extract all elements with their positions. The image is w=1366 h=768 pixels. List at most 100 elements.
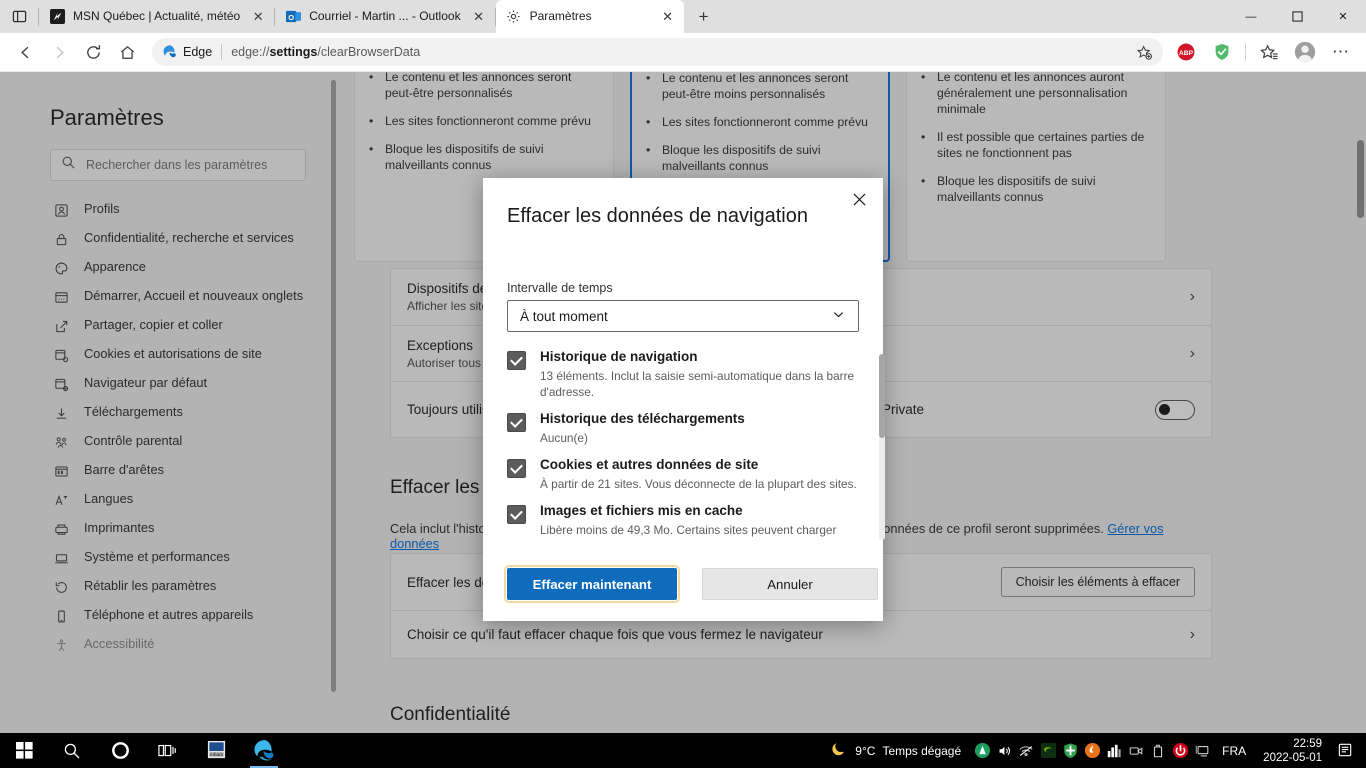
inprivate-strict-toggle[interactable] [1155,399,1195,420]
window-maximize-button[interactable] [1274,0,1320,33]
search-input[interactable]: Rechercher dans les paramètres [50,149,306,181]
sidebar-item-profils[interactable]: Profils [50,195,318,224]
tab-actions-icon[interactable] [0,0,38,33]
edge-badge: Edge [162,44,212,60]
cortana-icon[interactable] [96,733,144,768]
checkbox-item-cookies[interactable]: Cookies et autres données de site À part… [507,456,859,492]
chevron-right-icon[interactable]: › [1190,626,1195,644]
address-bar[interactable]: Edge edge://settings/clearBrowserData [152,38,1163,66]
browser-tab-msn[interactable]: MSN Québec | Actualité, météo ✕ [39,0,274,33]
checkbox-item-browsing-history[interactable]: Historique de navigation 13 éléments. In… [507,348,859,400]
sidebar-item-confidentialite[interactable]: Confidentialité, recherche et services [50,224,318,253]
clock[interactable]: 22:59 2022-05-01 [1255,737,1330,765]
checkbox-text: Cookies et autres données de site À part… [540,456,859,492]
task-view-icon[interactable] [144,733,192,768]
page-scrollbar-thumb[interactable] [1357,140,1364,218]
display-icon[interactable] [1191,733,1213,768]
sidebar-item-label: Téléchargements [84,404,183,419]
tracking-card-strict[interactable]: •Bloque la majorité des dispositifs de s… [906,72,1166,262]
sidebar-item-partager[interactable]: Partager, copier et coller [50,311,318,340]
volume-icon[interactable] [993,733,1015,768]
new-tab-button[interactable]: + [688,3,720,31]
edge-app-icon[interactable] [240,733,288,768]
checkbox-item-download-history[interactable]: Historique des téléchargements Aucun(e) [507,410,859,446]
page-scrollbar[interactable] [1354,72,1366,733]
chevron-right-icon[interactable]: › [1190,288,1195,306]
time-range-select[interactable]: À tout moment [507,300,859,332]
sidebar-item-imprimantes[interactable]: Imprimantes [50,514,318,543]
sidebar-item-telechargements[interactable]: Téléchargements [50,398,318,427]
checkbox-checked-icon[interactable] [507,351,526,370]
window-close-button[interactable]: ✕ [1320,0,1366,33]
shield-check-icon[interactable] [1205,36,1239,68]
back-icon[interactable] [8,36,42,68]
choose-items-to-clear-button[interactable]: Choisir les éléments à effacer [1000,567,1195,597]
checkbox-checked-icon[interactable] [507,413,526,432]
omnibox-divider [221,44,223,60]
chevron-right-icon[interactable]: › [1190,345,1195,363]
clear-items-list: Historique de navigation 13 éléments. In… [507,348,859,546]
setting-row-subtitle: Autoriser tous [407,355,482,370]
chevron-down-icon[interactable] [831,307,846,325]
favorites-icon[interactable] [1252,36,1286,68]
sidebar-item-label: Navigateur par défaut [84,375,208,390]
time-range-label: Intervalle de temps [507,281,613,295]
window-minimize-button[interactable]: — [1228,0,1274,33]
windows-taskbar: mbam 9°C Temps dégagé FRA 22:59 2022-05-… [0,733,1366,768]
start-icon[interactable] [0,733,48,768]
refresh-icon[interactable] [76,36,110,68]
checkbox-sublabel: Aucun(e) [540,431,588,445]
privacy-heading: Confidentialité [390,704,511,725]
tab-close-icon[interactable]: ✕ [248,7,268,27]
checkbox-checked-icon[interactable] [507,505,526,524]
home-icon[interactable] [110,36,144,68]
browser-tab-parametres[interactable]: Paramètres ✕ [495,0,684,33]
mbam-app-icon[interactable]: mbam [192,733,240,768]
adblock-plus-icon[interactable]: ABP [1169,36,1203,68]
settings-more-icon[interactable]: ⋯ [1324,36,1358,68]
bullet-dot: • [369,142,374,156]
dialog-list-scrollbar-thumb[interactable] [879,354,885,438]
sidebar-item-label: Partager, copier et coller [84,317,223,332]
language-icon [52,492,70,508]
power-icon[interactable] [1169,733,1191,768]
tab-close-icon[interactable]: ✕ [469,7,489,27]
sidebar-item-demarrer[interactable]: Démarrer, Accueil et nouveaux onglets [50,282,318,311]
sidebar-item-label: Accessibilité [84,636,155,651]
sidebar-item-navigateur-defaut[interactable]: Navigateur par défaut [50,369,318,398]
close-icon[interactable] [843,184,875,214]
clear-now-button[interactable]: Effacer maintenant [504,565,680,603]
flame-icon[interactable] [1081,733,1103,768]
checkbox-checked-icon[interactable] [507,459,526,478]
search-icon[interactable] [48,733,96,768]
sidebar-item-apparence[interactable]: Apparence [50,253,318,282]
language-indicator[interactable]: FRA [1213,744,1255,758]
sidebar-item-systeme[interactable]: Système et performances [50,543,318,572]
add-favorite-icon[interactable] [1131,36,1157,68]
profile-avatar[interactable] [1288,36,1322,68]
sidebar-item-accessibilite[interactable]: Accessibilité [50,630,318,659]
nvidia-icon[interactable] [1037,733,1059,768]
svg-text:O: O [288,13,294,22]
weather-widget[interactable]: 9°C Temps dégagé [826,740,971,761]
forward-icon[interactable] [42,36,76,68]
sidebar-item-langues[interactable]: Langues [50,485,318,514]
sidebar-item-controle-parental[interactable]: Contrôle parental [50,427,318,456]
sidebar-item-cookies[interactable]: Cookies et autorisations de site [50,340,318,369]
notification-icon[interactable] [1330,733,1360,768]
checkbox-item-cached-images[interactable]: Images et fichiers mis en cache Libère m… [507,502,859,538]
camera-icon[interactable] [1125,733,1147,768]
dialog-actions: Effacer maintenant Annuler [504,565,878,603]
security-icon[interactable] [1059,733,1081,768]
sidebar-item-retablir[interactable]: Rétablir les paramètres [50,572,318,601]
sidebar-item-telephone[interactable]: Téléphone et autres appareils [50,601,318,630]
tab-close-icon[interactable]: ✕ [658,7,678,27]
vlc-icon[interactable] [971,733,993,768]
usb-icon[interactable] [1147,733,1169,768]
cancel-button[interactable]: Annuler [702,568,878,600]
stats-icon[interactable] [1103,733,1125,768]
network-icon[interactable] [1015,733,1037,768]
sidebar-item-barre-aretes[interactable]: Barre d'arêtes [50,456,318,485]
dialog-list-scrollbar[interactable] [879,354,885,540]
browser-tab-outlook[interactable]: O Courriel - Martin ... - Outlook ✕ [275,0,494,33]
